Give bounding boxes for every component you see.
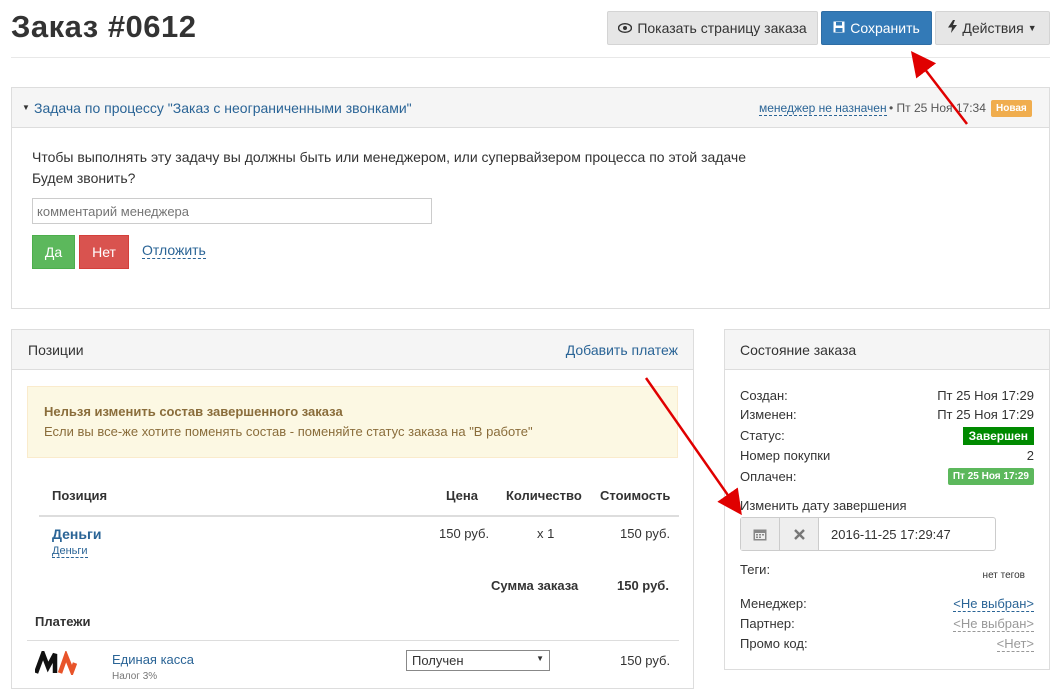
annotation-arrows <box>644 51 968 516</box>
arrow-to-save <box>910 51 968 125</box>
arrow-to-date <box>644 377 742 516</box>
